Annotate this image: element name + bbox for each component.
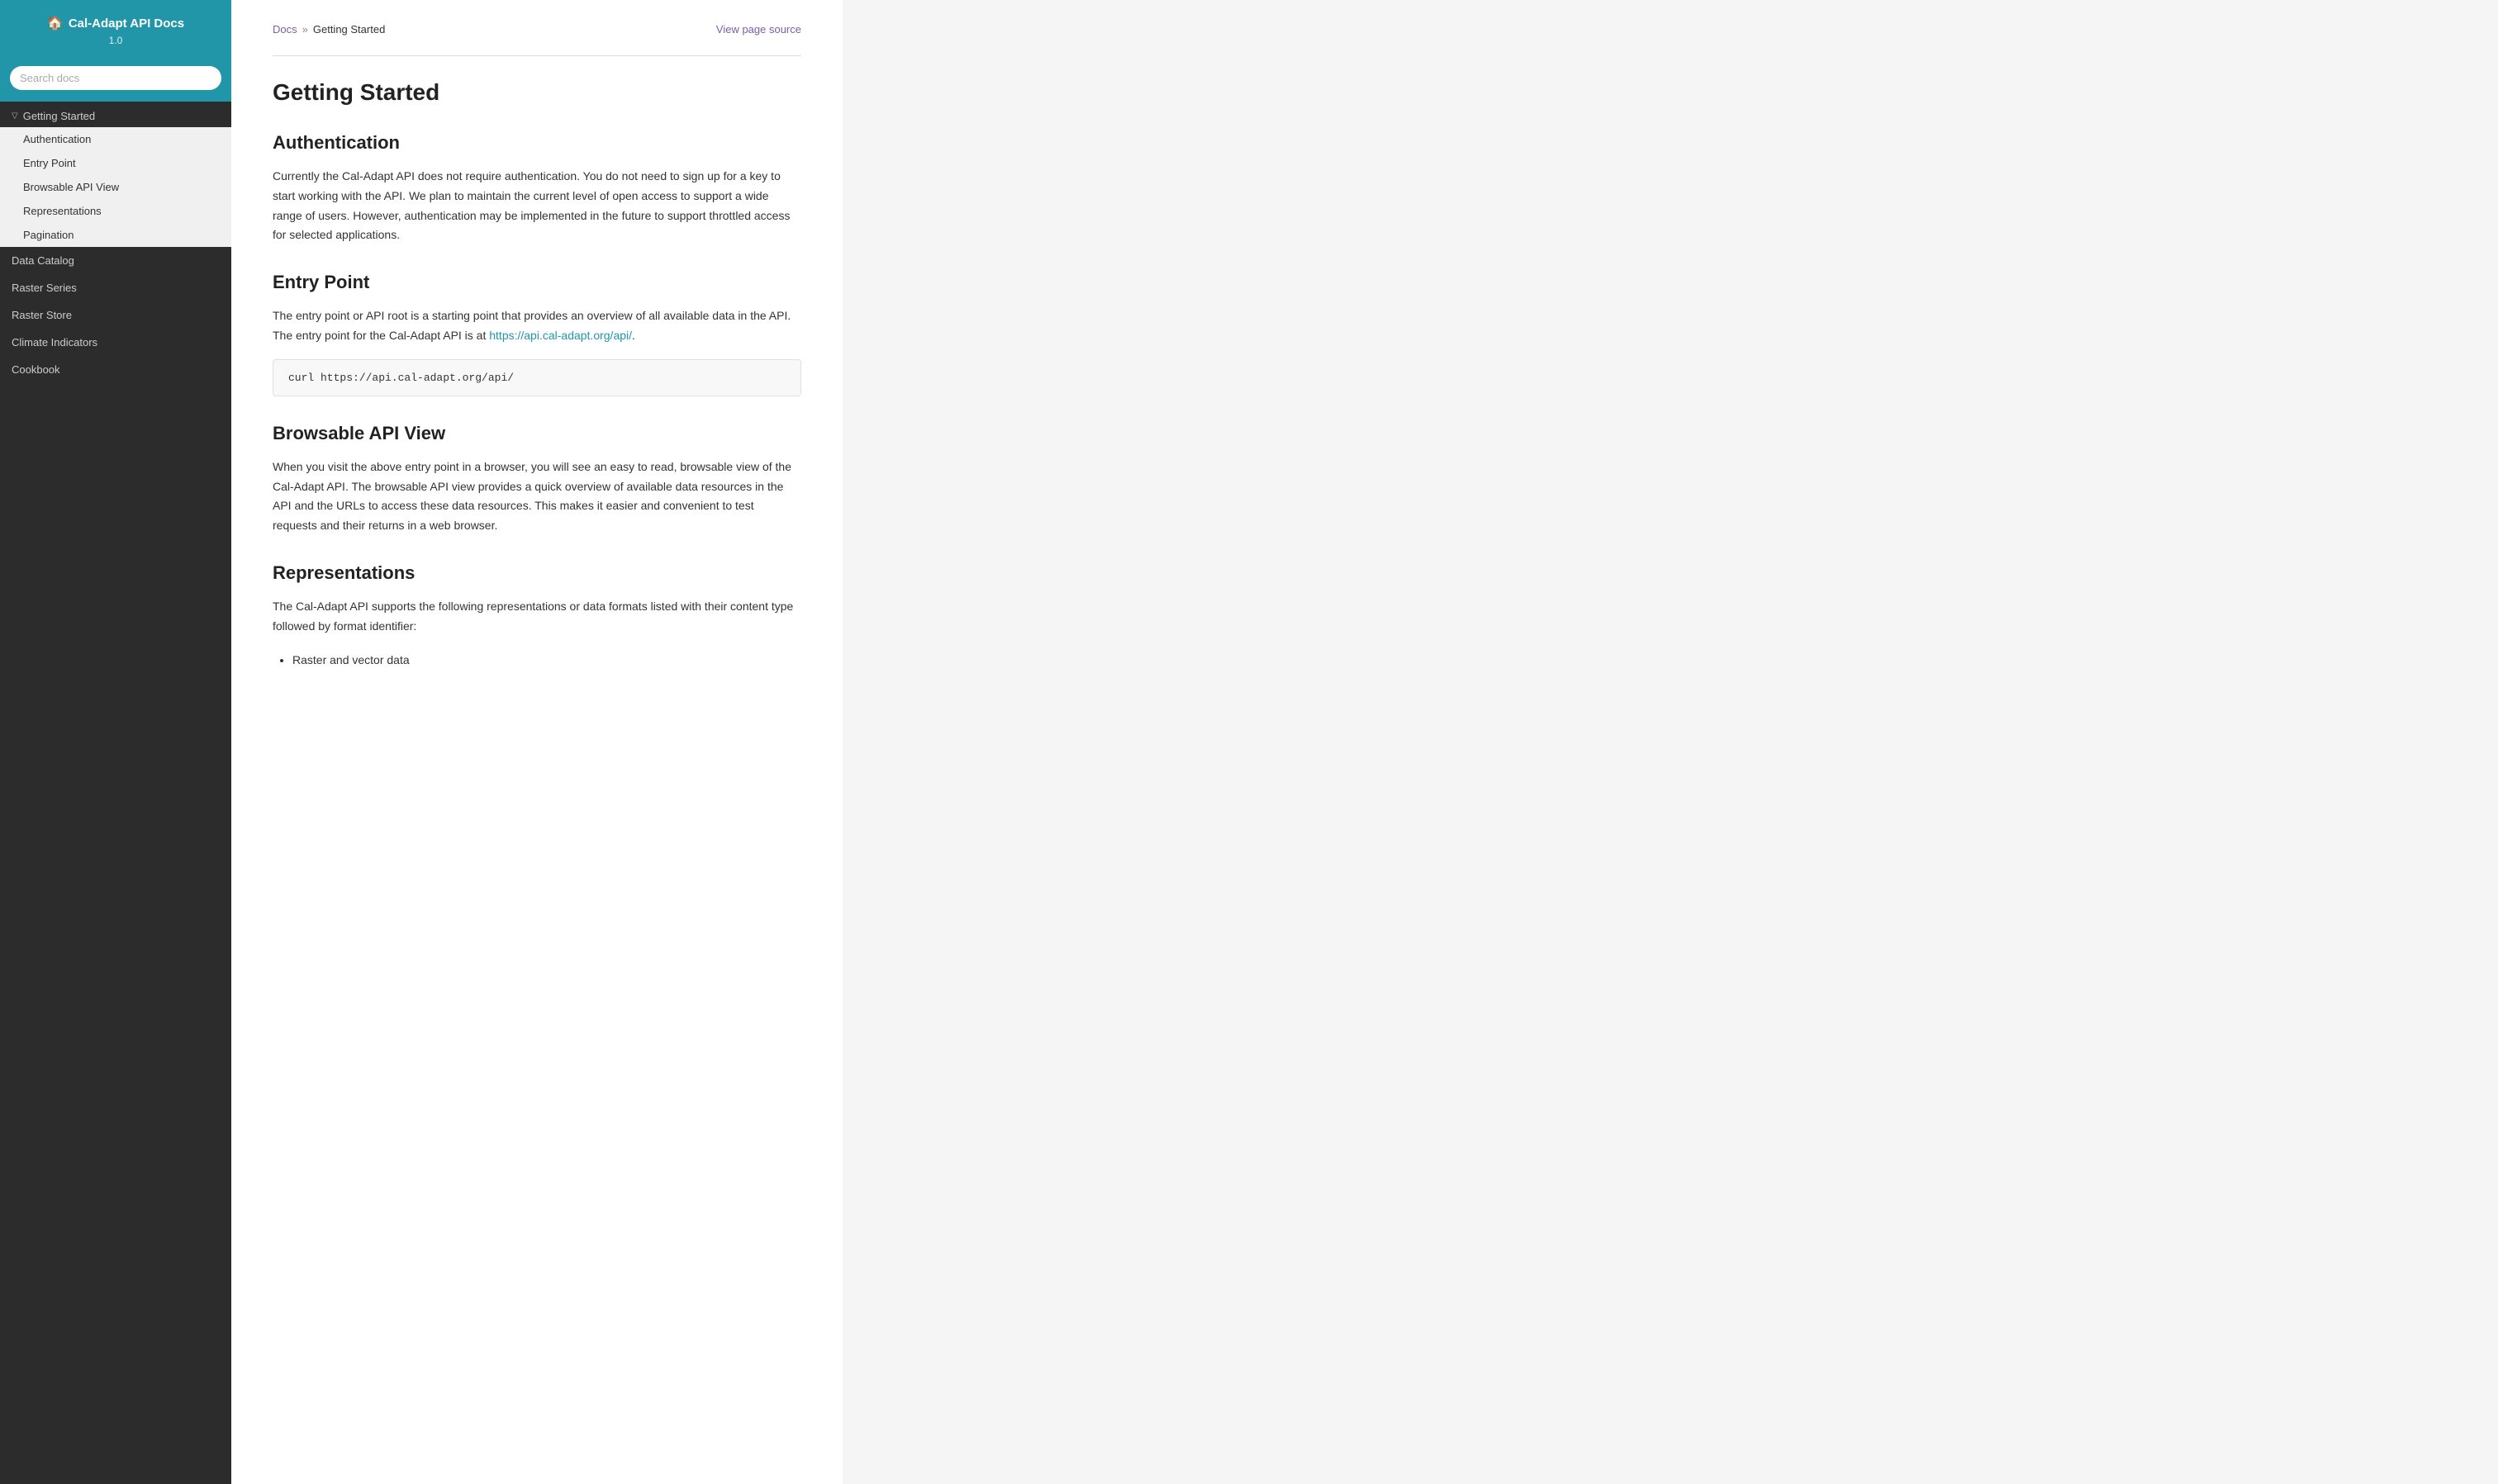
sidebar-item-raster-series[interactable]: Raster Series (0, 274, 231, 301)
list-item-raster-vector: Raster and vector data (292, 650, 801, 671)
entry-point-heading: Entry Point (273, 272, 801, 293)
site-title: Cal-Adapt API Docs (69, 17, 184, 31)
api-url-link[interactable]: https://api.cal-adapt.org/api/ (489, 329, 632, 342)
breadcrumb-docs-link[interactable]: Docs (273, 23, 297, 36)
breadcrumb-divider (273, 55, 801, 56)
sidebar-header: 🏠 Cal-Adapt API Docs 1.0 (0, 0, 231, 58)
sidebar-item-cookbook[interactable]: Cookbook (0, 356, 231, 383)
sidebar: 🏠 Cal-Adapt API Docs 1.0 ▽ Getting Start… (0, 0, 231, 1484)
authentication-heading: Authentication (273, 132, 801, 154)
browsable-api-body: When you visit the above entry point in … (273, 458, 801, 536)
sidebar-item-entry-point[interactable]: Entry Point (0, 151, 231, 175)
breadcrumb-current: Getting Started (313, 23, 385, 36)
right-panel (843, 0, 2498, 1484)
authentication-body: Currently the Cal-Adapt API does not req… (273, 167, 801, 245)
browsable-api-heading: Browsable API View (273, 423, 801, 444)
triangle-icon: ▽ (12, 111, 18, 121)
sidebar-item-climate-indicators[interactable]: Climate Indicators (0, 329, 231, 356)
sidebar-item-authentication[interactable]: Authentication (0, 127, 231, 151)
sidebar-item-raster-store[interactable]: Raster Store (0, 301, 231, 329)
curl-code-block: curl https://api.cal-adapt.org/api/ (273, 359, 801, 396)
view-source-link[interactable]: View page source (716, 23, 801, 36)
version-label: 1.0 (13, 35, 218, 46)
getting-started-group-label[interactable]: ▽ Getting Started (0, 102, 231, 127)
sidebar-item-representations[interactable]: Representations (0, 199, 231, 223)
breadcrumb-separator: » (302, 23, 308, 36)
sidebar-item-data-catalog[interactable]: Data Catalog (0, 247, 231, 274)
search-box-container (0, 58, 231, 102)
breadcrumb: Docs » Getting Started View page source (273, 23, 801, 36)
main-content: Docs » Getting Started View page source … (231, 0, 843, 1484)
content-area: Docs » Getting Started View page source … (231, 0, 2498, 1484)
sidebar-getting-started-group: ▽ Getting Started Authentication Entry P… (0, 102, 231, 247)
representations-list: Raster and vector data (292, 650, 801, 671)
home-icon: 🏠 (47, 15, 64, 31)
representations-body: The Cal-Adapt API supports the following… (273, 597, 801, 637)
main-wrapper: Docs » Getting Started View page source … (231, 0, 2498, 1484)
sidebar-item-browsable-api-view[interactable]: Browsable API View (0, 175, 231, 199)
getting-started-sub-items: Authentication Entry Point Browsable API… (0, 127, 231, 247)
page-title: Getting Started (273, 79, 801, 106)
search-input[interactable] (10, 66, 221, 90)
sidebar-item-pagination[interactable]: Pagination (0, 223, 231, 247)
getting-started-label: Getting Started (23, 110, 95, 122)
representations-heading: Representations (273, 562, 801, 584)
entry-point-body-suffix: . (632, 329, 635, 342)
entry-point-body: The entry point or API root is a startin… (273, 306, 801, 346)
